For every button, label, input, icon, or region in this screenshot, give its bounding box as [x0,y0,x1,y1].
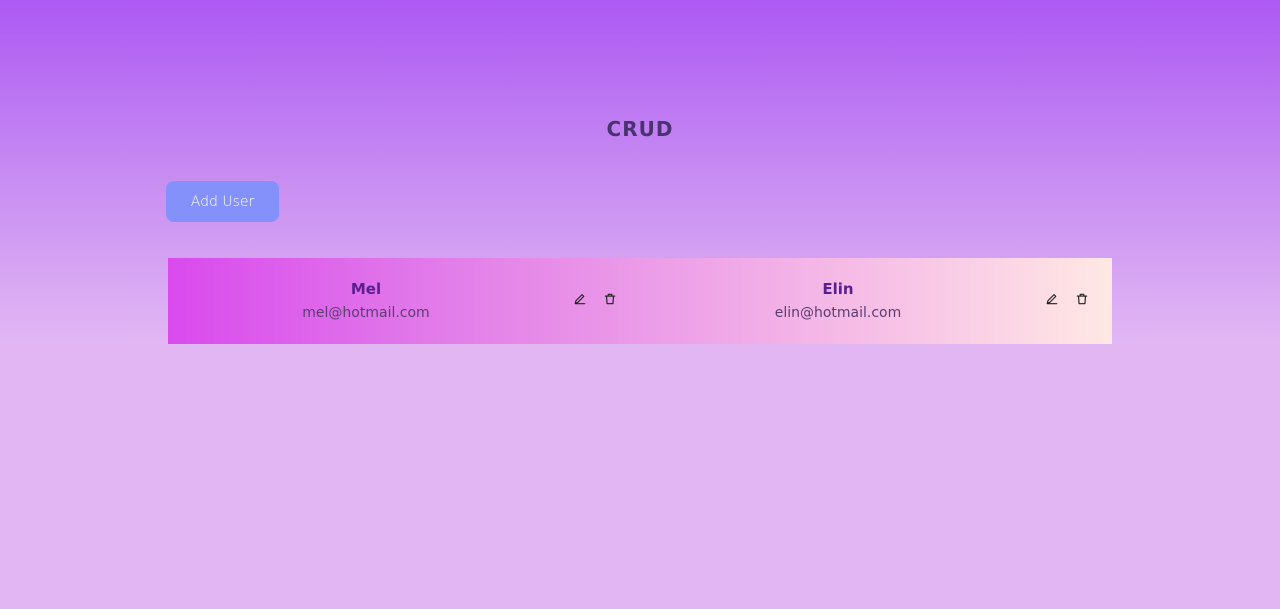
pencil-icon[interactable] [572,291,588,307]
user-card: Mel mel@hotmail.com [168,258,640,344]
user-actions [572,291,618,307]
user-info: Mel mel@hotmail.com [168,278,564,323]
user-email: elin@hotmail.com [774,305,902,321]
trash-icon[interactable] [1074,291,1090,307]
user-card: Elin elin@hotmail.com [640,258,1112,344]
trash-icon[interactable] [602,291,618,307]
user-list: Mel mel@hotmail.com Elin elin@hotmail.co… [168,258,1112,344]
pencil-icon[interactable] [1044,291,1060,307]
page-title: CRUD [606,117,674,141]
user-info: Elin elin@hotmail.com [640,278,1036,323]
user-name: Mel [350,280,382,298]
user-email: mel@hotmail.com [302,305,430,321]
user-actions [1044,291,1090,307]
user-name: Elin [822,280,854,298]
add-user-button[interactable]: Add User [166,181,279,222]
